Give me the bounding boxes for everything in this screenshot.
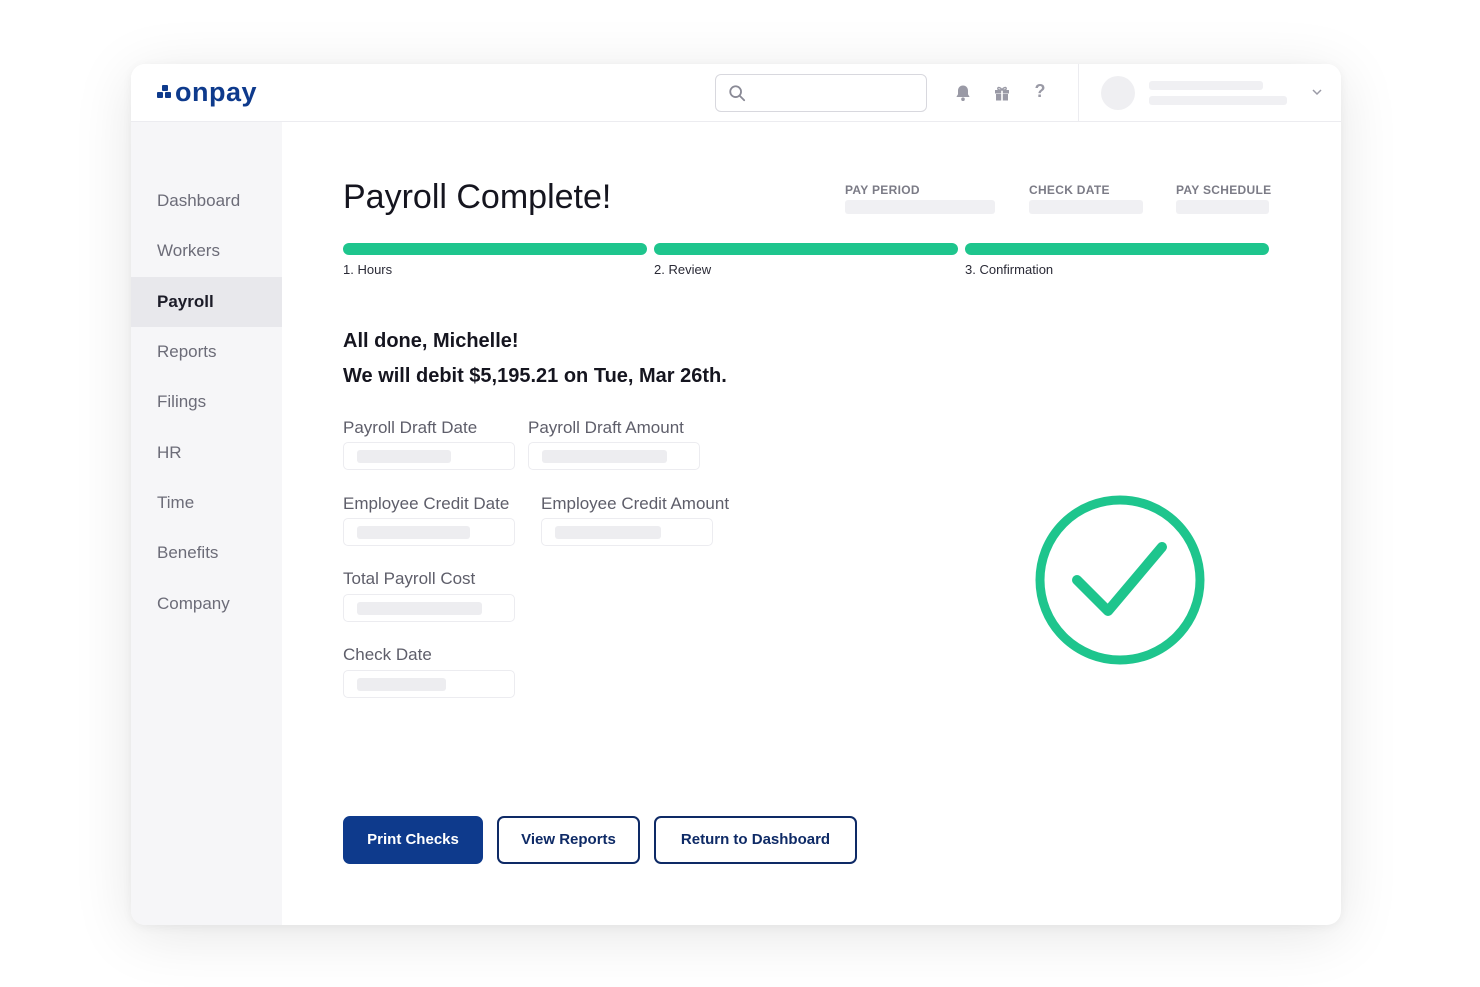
payroll-draft-date-label: Payroll Draft Date [343, 418, 478, 437]
page-title: Payroll Complete! [343, 178, 612, 216]
sidebar-item-payroll[interactable]: Payroll [131, 277, 282, 327]
employee-credit-amount-label: Employee Credit Amount [541, 494, 730, 513]
sidebar: Dashboard Workers Payroll Reports Filing… [131, 122, 282, 925]
step-progress-review [654, 243, 958, 255]
search-box[interactable] [715, 74, 927, 112]
logo-text: onpay [175, 76, 258, 107]
payroll-draft-amount-label: Payroll Draft Amount [528, 418, 684, 437]
chevron-down-icon[interactable] [1311, 86, 1323, 98]
payroll-draft-date-field [343, 442, 515, 470]
logo-mark-icon [157, 85, 173, 99]
employee-credit-date-label: Employee Credit Date [343, 494, 510, 513]
pay-schedule-value-placeholder [1176, 200, 1269, 214]
app-window: onpay ? Dashboard Workers Payroll Report… [131, 64, 1341, 925]
help-icon[interactable]: ? [1030, 81, 1050, 101]
pay-period-label: PAY PERIOD [845, 183, 920, 197]
sidebar-item-hr[interactable]: HR [131, 428, 282, 478]
sidebar-item-dashboard[interactable]: Dashboard [131, 176, 282, 226]
sidebar-item-benefits[interactable]: Benefits [131, 528, 282, 578]
total-payroll-cost-label: Total Payroll Cost [343, 569, 476, 588]
pay-schedule-label: PAY SCHEDULE [1176, 183, 1272, 197]
debit-message: We will debit $5,195.21 on Tue, Mar 26th… [343, 365, 727, 387]
avatar[interactable] [1101, 76, 1135, 110]
search-icon [729, 85, 746, 102]
onpay-logo[interactable]: onpay [157, 76, 257, 108]
employee-credit-date-field [343, 518, 515, 546]
check-date-value-placeholder [1029, 200, 1143, 214]
total-payroll-cost-field [343, 594, 515, 622]
gift-icon[interactable] [992, 83, 1012, 103]
bell-icon[interactable] [953, 83, 973, 103]
user-company-placeholder [1149, 96, 1287, 105]
sidebar-item-reports[interactable]: Reports [131, 327, 282, 377]
step-label-review[interactable]: 2. Review [654, 262, 711, 277]
main-content: Payroll Complete! PAY PERIOD CHECK DATE … [282, 122, 1341, 925]
user-name-placeholder [1149, 81, 1263, 90]
search-input[interactable] [754, 81, 919, 105]
sidebar-item-filings[interactable]: Filings [131, 377, 282, 427]
completion-greeting: All done, Michelle! [343, 330, 519, 352]
check-date-field-label: Check Date [343, 645, 432, 664]
employee-credit-amount-field [541, 518, 713, 546]
check-date-label: CHECK DATE [1029, 183, 1110, 197]
step-progress-hours [343, 243, 647, 255]
pay-period-value-placeholder [845, 200, 995, 214]
step-label-hours[interactable]: 1. Hours [343, 262, 392, 277]
payroll-draft-amount-field [528, 442, 700, 470]
sidebar-item-workers[interactable]: Workers [131, 226, 282, 276]
check-circle-icon [1035, 495, 1205, 665]
sidebar-item-company[interactable]: Company [131, 579, 282, 629]
check-date-field [343, 670, 515, 698]
topbar-divider [1078, 64, 1079, 122]
top-bar: onpay ? [131, 64, 1341, 122]
step-label-confirmation[interactable]: 3. Confirmation [965, 262, 1053, 277]
view-reports-button[interactable]: View Reports [497, 816, 640, 864]
sidebar-item-time[interactable]: Time [131, 478, 282, 528]
return-to-dashboard-button[interactable]: Return to Dashboard [654, 816, 857, 864]
print-checks-button[interactable]: Print Checks [343, 816, 483, 864]
step-progress-confirmation [965, 243, 1269, 255]
